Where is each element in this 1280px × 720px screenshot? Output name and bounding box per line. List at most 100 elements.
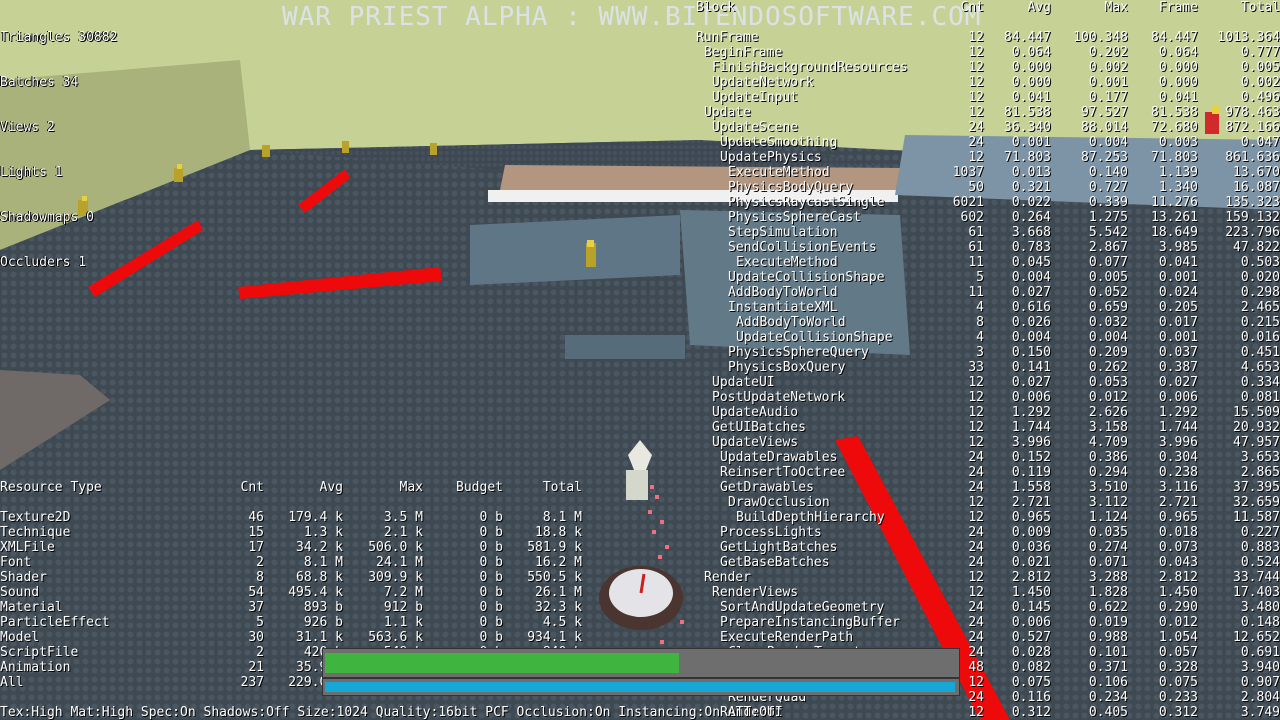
profiler-row-name: PrepareInstancingBuffer	[720, 615, 901, 630]
profiler-row-max: 1.124	[1088, 510, 1128, 525]
resource-row-budget: 0 b	[479, 525, 503, 540]
profiler-row-avg: 0.001	[1011, 135, 1051, 150]
resource-row-total: 4.5 k	[542, 615, 582, 630]
profiler-row-total: 978.463	[1225, 105, 1280, 120]
resource-row-cnt: 2	[256, 645, 264, 660]
profiler-row-frame: 0.024	[1158, 285, 1198, 300]
profiler-row-frame: 0.233	[1158, 690, 1198, 705]
profiler-row-total: 3.749	[1240, 705, 1280, 720]
profiler-row-max: 0.004	[1088, 135, 1128, 150]
resource-row-cnt: 2	[256, 555, 264, 570]
profiler-row-avg: 0.027	[1011, 375, 1051, 390]
profiler-row-avg: 0.036	[1011, 540, 1051, 555]
resource-row-cnt: 54	[248, 585, 264, 600]
profiler-row-frame: 0.041	[1158, 90, 1198, 105]
resource-row-budget: 0 b	[479, 540, 503, 555]
resource-row-cnt: 46	[248, 510, 264, 525]
profiler-row-max: 3.158	[1088, 420, 1128, 435]
profiler-row-total: 861.636	[1225, 150, 1280, 165]
profiler-row-avg: 0.082	[1011, 660, 1051, 675]
profiler-row-name: PhysicsBodyQuery	[728, 180, 854, 195]
profiler-row-max: 3.510	[1088, 480, 1128, 495]
profiler-row-name: UpdateUI	[712, 375, 775, 390]
profiler-row-max: 0.727	[1088, 180, 1128, 195]
profiler-row-max: 2.626	[1088, 405, 1128, 420]
profiler-row-frame: 13.261	[1151, 210, 1198, 225]
profiler-row-max: 1.275	[1088, 210, 1128, 225]
resource-row-total: 934.1 k	[527, 630, 582, 645]
resource-row-budget: 0 b	[479, 510, 503, 525]
profiler-row-max: 0.177	[1088, 90, 1128, 105]
profiler-row-avg: 0.004	[1011, 330, 1051, 345]
profiler-row-name: PhysicsRaycastSingle	[728, 195, 885, 210]
profiler-row-avg: 1.292	[1011, 405, 1051, 420]
resource-header-avg: Avg	[319, 480, 343, 495]
profiler-row-total: 15.509	[1233, 405, 1280, 420]
profiler-row-total: 0.298	[1240, 285, 1280, 300]
profiler-row-avg: 0.013	[1011, 165, 1051, 180]
resource-row-type: XMLFile	[0, 540, 55, 555]
profiler-row-frame: 18.649	[1151, 225, 1198, 240]
resource-row-avg: 68.8 k	[296, 570, 343, 585]
profiler-row-name: Render	[704, 570, 751, 585]
profiler-row-total: 12.652	[1233, 630, 1280, 645]
profiler-row-name: PostUpdateNetwork	[712, 390, 846, 405]
resource-header-max: Max	[399, 480, 423, 495]
profiler-row-name: ExecuteRenderPath	[720, 630, 854, 645]
profiler-row-frame: 1.139	[1158, 165, 1198, 180]
hud-bars	[322, 648, 962, 696]
profiler-row-total: 3.653	[1240, 450, 1280, 465]
profiler-row-avg: 1.558	[1011, 480, 1051, 495]
resource-row-total: 18.8 k	[535, 525, 582, 540]
profiler-row-avg: 0.004	[1011, 270, 1051, 285]
profiler-row-max: 5.542	[1088, 225, 1128, 240]
profiler-row-avg: 0.264	[1011, 210, 1051, 225]
profiler-row-name: UpdateSmoothing	[720, 135, 838, 150]
resource-row-avg: 34.2 k	[296, 540, 343, 555]
profiler-row-name: UpdateInput	[712, 90, 799, 105]
profiler-row-total: 11.587	[1233, 510, 1280, 525]
profiler-row-total: 0.451	[1240, 345, 1280, 360]
profiler-row-avg: 0.000	[1011, 75, 1051, 90]
profiler-row-avg: 0.028	[1011, 645, 1051, 660]
resource-row-budget: 0 b	[479, 570, 503, 585]
profiler-row-frame: 0.027	[1158, 375, 1198, 390]
profiler-row-total: 0.002	[1240, 75, 1280, 90]
profiler-row-max: 0.405	[1088, 705, 1128, 720]
profiler-row-frame: 0.017	[1158, 315, 1198, 330]
profiler-row-frame: 0.290	[1158, 600, 1198, 615]
profiler-row-frame: 1.450	[1158, 585, 1198, 600]
profiler-row-name: ReinsertToOctree	[720, 465, 846, 480]
profiler-row-max: 3.288	[1088, 570, 1128, 585]
profiler-row-frame: 0.387	[1158, 360, 1198, 375]
profiler-row-total: 2.804	[1240, 690, 1280, 705]
profiler-row-frame: 0.205	[1158, 300, 1198, 315]
profiler-row-name: PhysicsBoxQuery	[728, 360, 846, 375]
profiler-row-max: 0.101	[1088, 645, 1128, 660]
profiler-row-max: 87.253	[1081, 150, 1128, 165]
profiler-row-frame: 81.538	[1151, 105, 1198, 120]
resource-row-total: 8.1 M	[542, 510, 582, 525]
profiler-row-total: 0.496	[1240, 90, 1280, 105]
profiler-row-max: 1.828	[1088, 585, 1128, 600]
profiler-row-max: 0.077	[1088, 255, 1128, 270]
profiler-row-total: 0.005	[1240, 60, 1280, 75]
resource-row-cnt: 5	[256, 615, 264, 630]
profiler-row-total: 0.081	[1240, 390, 1280, 405]
resource-row-avg: 31.1 k	[296, 630, 343, 645]
profiler-row-max: 0.371	[1088, 660, 1128, 675]
resource-row-type: Sound	[0, 585, 40, 600]
profiler-row-total: 0.503	[1240, 255, 1280, 270]
profiler-row-name: UpdateAudio	[712, 405, 799, 420]
resource-row-type: Texture2D	[0, 510, 71, 525]
profiler-row-total: 872.166	[1225, 120, 1280, 135]
profiler-row-avg: 0.527	[1011, 630, 1051, 645]
profiler-row-frame: 1.054	[1158, 630, 1198, 645]
profiler-row-max: 0.140	[1088, 165, 1128, 180]
profiler-row-avg: 0.064	[1011, 45, 1051, 60]
resource-row-type: Animation	[0, 660, 71, 675]
profiler-row-avg: 1.744	[1011, 420, 1051, 435]
profiler-row-total: 0.016	[1240, 330, 1280, 345]
profiler-row-max: 0.262	[1088, 360, 1128, 375]
profiler-row-total: 3.480	[1240, 600, 1280, 615]
